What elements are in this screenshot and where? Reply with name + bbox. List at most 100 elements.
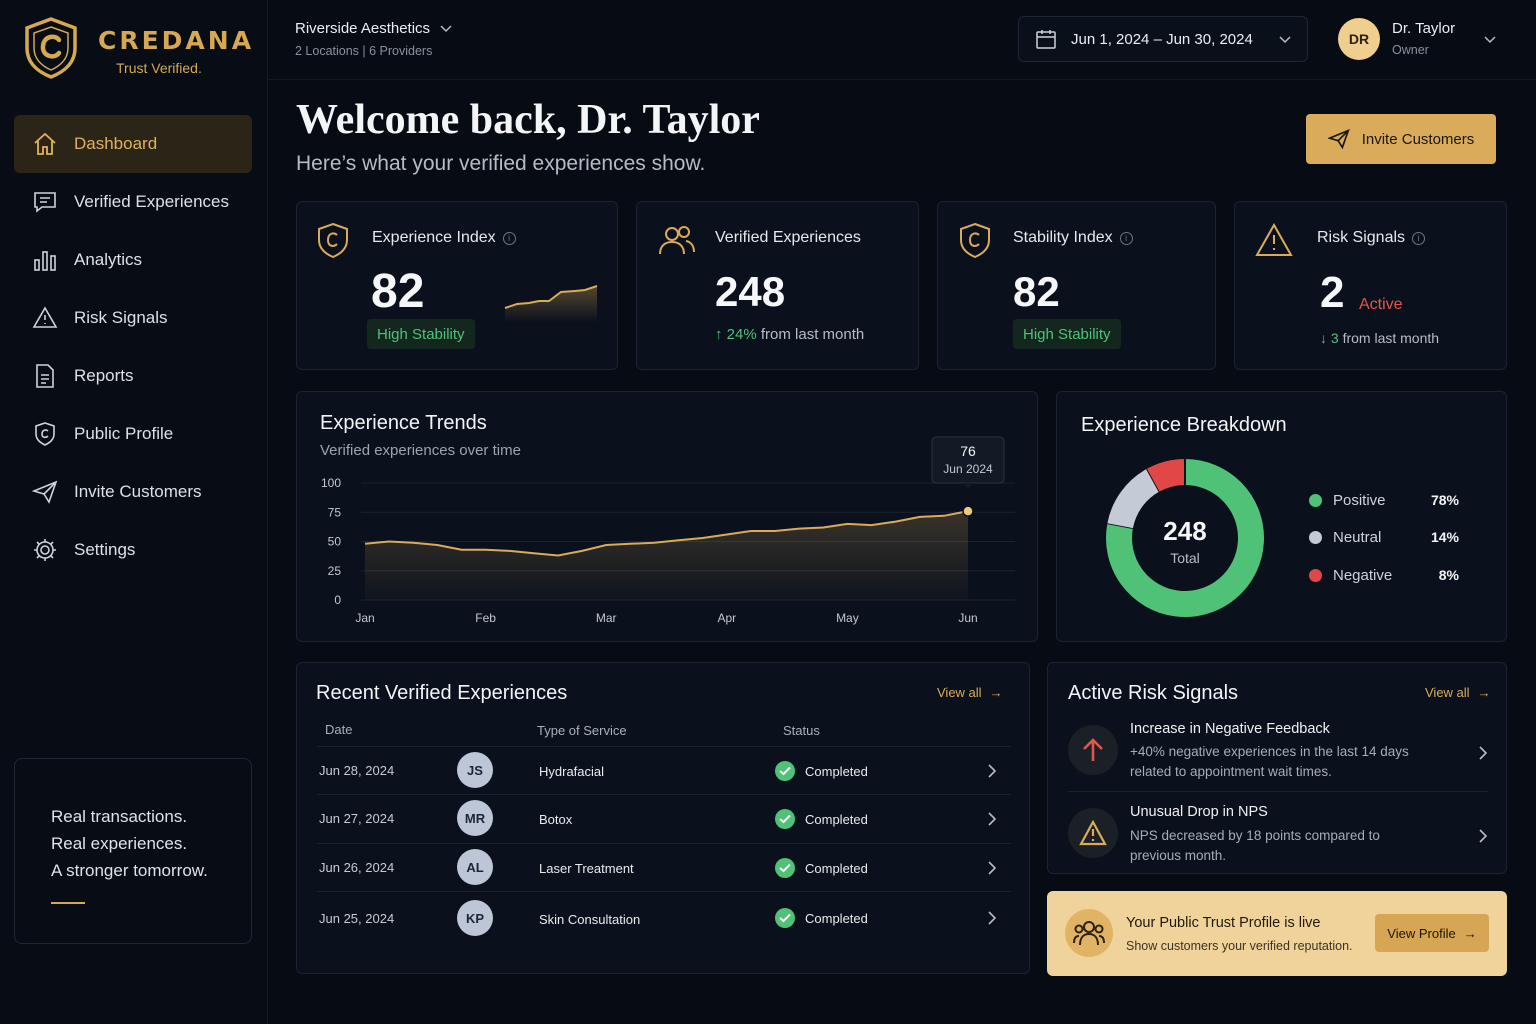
row-service: Skin Consultation [539,912,641,927]
table-row[interactable]: Jun 27, 2024 MR Botox Completed [317,794,1011,842]
chevron-right-icon[interactable] [1478,745,1488,761]
divider [1068,791,1488,792]
bar-chart-icon [32,247,58,273]
view-all-link[interactable]: View all → [937,685,1003,700]
avatar: DR [1338,18,1380,60]
chevron-right-icon[interactable] [1478,828,1488,844]
sidebar-item-invite-customers[interactable]: Invite Customers [14,463,252,521]
home-icon [32,131,58,157]
view-all-link[interactable]: View all → [1425,685,1491,700]
kpi-verified-experiences[interactable]: Verified Experiences 248 ↑ 24% from last… [636,201,919,370]
info-icon[interactable]: i [1119,231,1133,245]
kpi-value: 82 [1013,268,1060,315]
tagline-card: Real transactions. Real experiences. A s… [14,758,252,944]
risk-item[interactable]: Unusual Drop in NPS NPS decreased by 18 … [1068,804,1488,886]
public-profile-banner: Your Public Trust Profile is live Show c… [1047,891,1507,976]
highlight-point[interactable] [962,505,974,517]
y-tick-label: 0 [334,593,341,607]
chevron-right-icon[interactable] [987,910,997,926]
info-icon[interactable]: i [502,231,516,245]
arrow-right-icon: → [1463,925,1477,941]
arrow-up-icon [1068,725,1118,775]
view-all-label: View all [937,685,982,700]
chevron-right-icon[interactable] [987,811,997,827]
date-range-picker[interactable]: Jun 1, 2024 – Jun 30, 2024 [1018,16,1308,62]
legend-value: 14% [1430,529,1459,545]
sidebar-item-reports[interactable]: Reports [14,347,252,405]
warning-icon [32,305,58,331]
chevron-right-icon[interactable] [987,763,997,779]
x-tick-label: Jun [958,611,977,625]
legend-item-neutral: Neutral 14% [1309,526,1459,548]
delta-text: from last month [1342,330,1440,346]
row-service: Hydrafacial [539,764,605,779]
sidebar-item-label: Invite Customers [74,482,202,501]
tagline-line: A stronger tomorrow. [51,861,208,880]
date-range-value: Jun 1, 2024 – Jun 30, 2024 [1071,30,1253,48]
shield-icon [960,222,990,259]
banner-subtitle: Show customers your verified reputation. [1126,939,1353,953]
kpi-risk-signals[interactable]: Risk Signals i 2 Active ↓ 3 from last mon… [1234,201,1507,370]
warning-icon [1255,223,1293,256]
brand-logo[interactable]: CREDANA Trust Verified. [22,16,262,82]
sidebar-nav: Dashboard Verified Experiences Analytics… [14,115,252,579]
chevron-right-icon[interactable] [987,860,997,876]
table-row[interactable]: Jun 26, 2024 AL Laser Treatment Complete… [317,843,1011,891]
sidebar-item-verified-experiences[interactable]: Verified Experiences [14,173,252,231]
table-row[interactable]: Jun 28, 2024 JS Hydrafacial Completed [317,746,1011,794]
row-service: Laser Treatment [539,861,634,876]
gear-icon [32,537,58,563]
top-bar: Riverside Aesthetics 2 Locations | 6 Pro… [268,0,1536,80]
arrow-down-icon: ↓ [1320,330,1327,346]
y-tick-label: 100 [321,476,341,490]
sidebar-item-label: Reports [74,366,134,385]
table-row[interactable]: Jun 25, 2024 KP Skin Consultation Comple… [317,891,1011,945]
view-profile-button[interactable]: View Profile → [1375,914,1489,952]
row-status: Completed [775,809,868,829]
kpi-delta: ↓ 3 from last month [1320,330,1439,346]
sidebar-item-analytics[interactable]: Analytics [14,231,252,289]
kpi-delta: ↑ 24% from last month [715,326,864,343]
kpi-stability-index[interactable]: Stability Index i 82 High Stability [937,201,1216,370]
org-switcher[interactable]: Riverside Aesthetics 2 Locations | 6 Pro… [295,20,452,58]
arrow-right-icon: → [989,685,1003,700]
status-text: Completed [805,860,868,876]
status-badge: High Stability [367,319,475,349]
risk-description: NPS decreased by 18 points compared to p… [1130,828,1380,863]
sidebar-item-settings[interactable]: Settings [14,521,252,579]
status-badge: High Stability [1013,319,1121,349]
recent-experiences-card: Recent Verified Experiences View all → Da… [296,662,1030,974]
avatar: AL [457,849,493,885]
active-risk-signals-card: Active Risk Signals View all → Increase i… [1047,662,1507,874]
row-status: Completed [775,908,868,928]
legend-dot [1309,493,1322,507]
x-tick-label: Mar [596,611,617,625]
donut-slice-negative[interactable] [1146,459,1186,492]
sidebar-item-dashboard[interactable]: Dashboard [14,115,252,173]
info-icon[interactable]: i [1412,231,1426,245]
kpi-value: 248 [715,268,786,315]
users-icon [659,226,695,255]
user-menu[interactable]: DR Dr. Taylor Owner [1338,18,1523,62]
kpi-experience-index[interactable]: Experience Index i 82 High Stability [296,201,618,370]
legend-label: Negative [1333,566,1393,584]
message-icon [32,189,58,215]
banner-title: Your Public Trust Profile is live [1126,915,1321,931]
legend-label: Positive [1333,491,1386,509]
x-tick-label: Apr [717,611,736,625]
kpi-title: Stability Index [1013,229,1113,246]
donut-total: 248 [1163,516,1207,546]
trend-chart[interactable]: 0 25 50 75 100 Jan Feb Mar Apr May Jun 76 Jun 2024 [297,392,1039,643]
sidebar-item-risk-signals[interactable]: Risk Signals [14,289,252,347]
tooltip-value: 76 [960,443,976,459]
shield-icon [32,421,58,447]
sidebar-item-public-profile[interactable]: Public Profile [14,405,252,463]
y-tick-label: 50 [328,535,342,549]
shield-icon [318,222,348,259]
arrow-right-icon: → [1477,685,1491,700]
tooltip-pointer [963,483,973,489]
sidebar-item-label: Dashboard [74,134,158,153]
legend-item-positive: Positive 78% [1309,489,1459,511]
user-name: Dr. Taylor [1392,20,1456,37]
invite-customers-button[interactable]: Invite Customers [1306,114,1496,164]
